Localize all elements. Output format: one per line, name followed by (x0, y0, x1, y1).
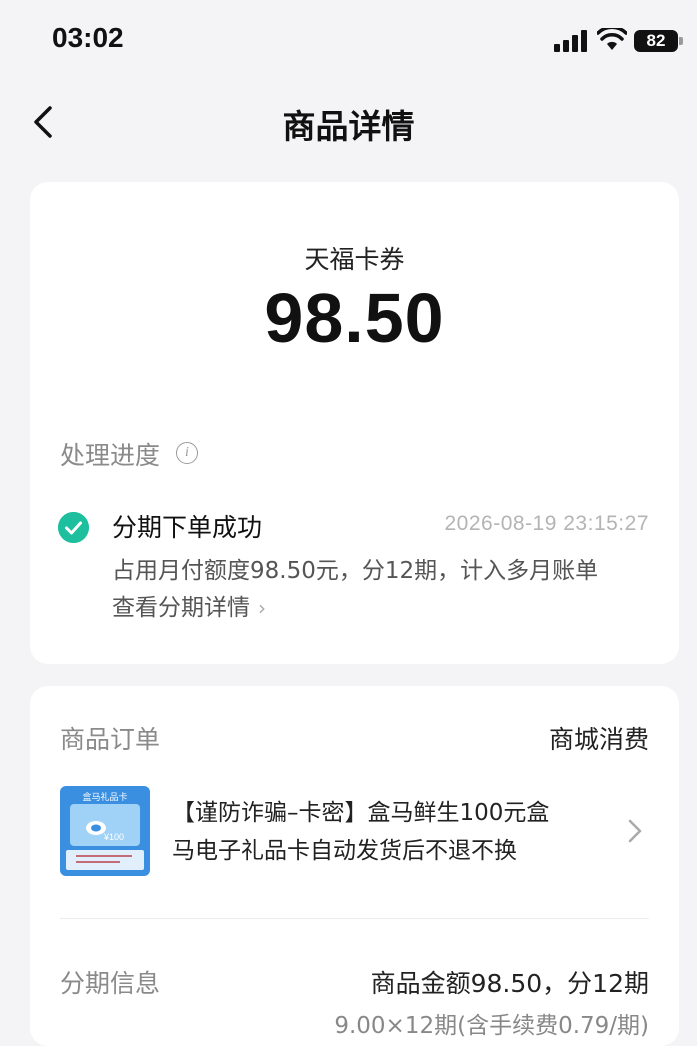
info-icon[interactable]: i (176, 442, 198, 464)
battery-icon: 82 (634, 30, 678, 52)
installment-details-link-label: 查看分期详情 (112, 595, 250, 621)
nav-bar: 商品详情 (0, 90, 697, 154)
step-description: 占用月付额度98.50元，分12期，计入多月账单 (112, 558, 599, 584)
status-time: 03:02 (52, 22, 124, 53)
product-name-line-1: 【谨防诈骗–卡密】盒马鲜生100元盒 (172, 800, 550, 826)
progress-label: 处理进度 (60, 441, 161, 470)
thumb-note (66, 850, 144, 870)
wifi-icon (597, 28, 627, 50)
installment-details-link[interactable]: 查看分期详情 › (112, 588, 266, 622)
chevron-right-icon[interactable] (627, 818, 643, 844)
product-name[interactable]: 【谨防诈骗–卡密】盒马鲜生100元盒 马电子礼品卡自动发货后不退不换 (172, 794, 592, 870)
merchant-name: 天福卡券 (304, 245, 405, 274)
step-title: 分期下单成功 (112, 513, 263, 542)
page-title: 商品详情 (282, 107, 415, 146)
summary-card: 天福卡券 98.50 处理进度 i 分期下单成功 2026-08-19 23:1… (30, 182, 679, 664)
product-thumbnail[interactable]: 盒马礼品卡 ¥100 (60, 786, 150, 876)
installment-detail: 9.00×12期(含手续费0.79/期) (334, 1013, 649, 1039)
amount: 98.50 (264, 279, 445, 357)
check-circle-icon (58, 512, 89, 543)
thumb-note-line (76, 861, 120, 863)
thumb-title: 盒马礼品卡 (82, 793, 128, 803)
status-bar: 03:02 82 (0, 0, 697, 80)
step-time: 2026-08-19 23:15:27 (444, 512, 649, 535)
order-label: 商品订单 (60, 725, 161, 754)
battery-nub (679, 37, 683, 45)
installment-label: 分期信息 (60, 969, 161, 998)
back-icon[interactable] (30, 104, 58, 140)
thumb-note-line (76, 855, 132, 857)
product-name-line-2: 马电子礼品卡自动发货后不退不换 (172, 838, 517, 864)
order-type: 商城消费 (548, 725, 649, 754)
divider (60, 918, 649, 919)
chevron-right-icon: › (258, 596, 266, 620)
signal-icon (554, 30, 587, 52)
thumb-price: ¥100 (104, 832, 125, 842)
order-card: 商品订单 商城消费 盒马礼品卡 ¥100 【谨防诈骗–卡密】盒马鲜生100元盒 … (30, 686, 679, 1046)
installment-summary: 商品金额98.50，分12期 (370, 969, 649, 998)
